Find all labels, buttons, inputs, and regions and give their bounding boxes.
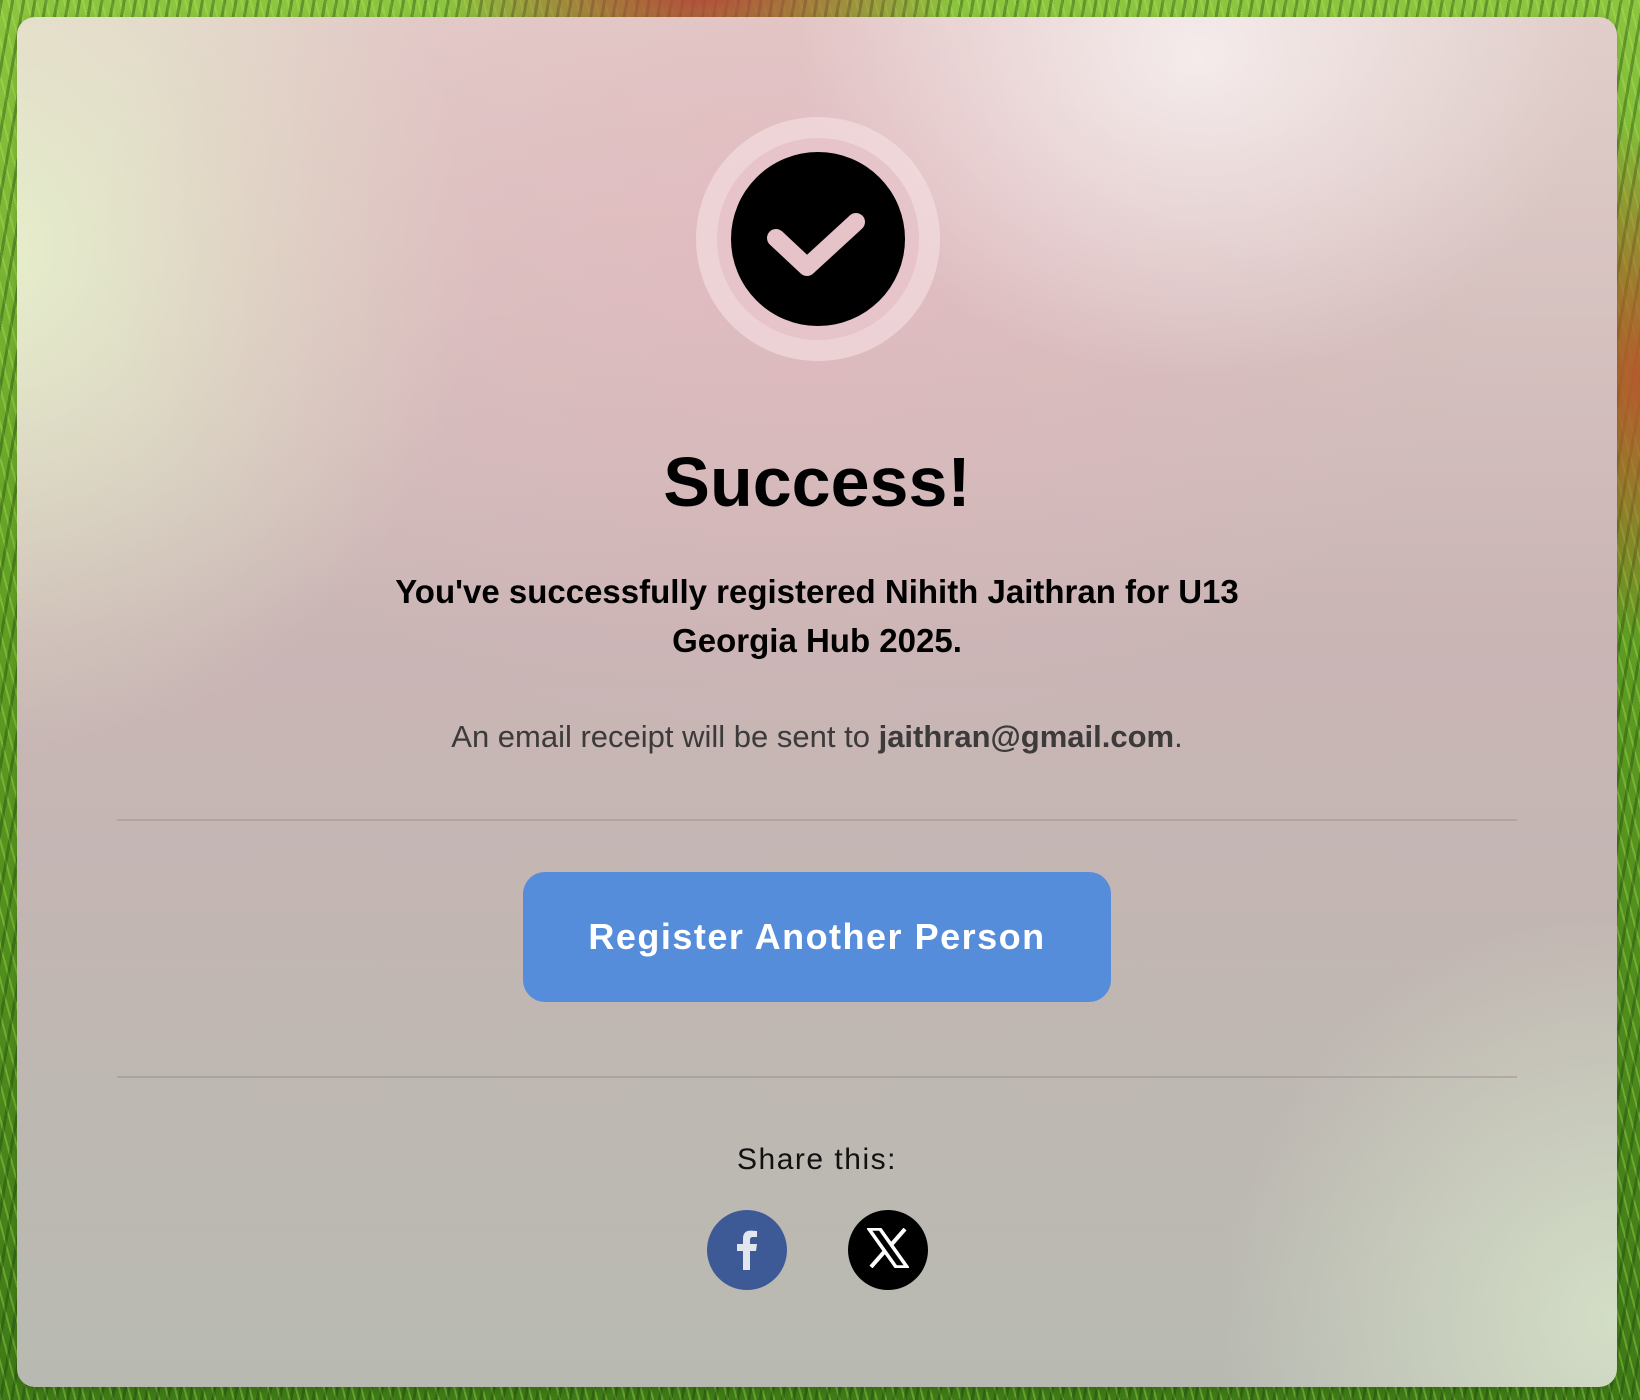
- confirmation-card: Success! You've successfully registered …: [17, 17, 1617, 1387]
- page-title: Success!: [663, 443, 971, 521]
- receipt-prefix: An email receipt will be sent to: [451, 719, 879, 754]
- receipt-email: jaithran@gmail.com: [878, 719, 1175, 754]
- divider-top: [117, 819, 1517, 821]
- receipt-suffix: .: [1174, 719, 1183, 754]
- register-another-person-button[interactable]: Register Another Person: [523, 872, 1111, 1002]
- x-icon: [865, 1226, 911, 1273]
- receipt-notice: An email receipt will be sent to jaithra…: [17, 717, 1617, 757]
- checkmark-icon: [731, 152, 905, 326]
- share-label: Share this:: [737, 1143, 897, 1176]
- facebook-share-button[interactable]: [707, 1210, 787, 1290]
- confirmation-message: You've successfully registered Nihith Ja…: [395, 573, 1239, 659]
- x-share-button[interactable]: [848, 1210, 928, 1290]
- facebook-icon: [727, 1226, 767, 1275]
- divider-bottom: [117, 1076, 1517, 1078]
